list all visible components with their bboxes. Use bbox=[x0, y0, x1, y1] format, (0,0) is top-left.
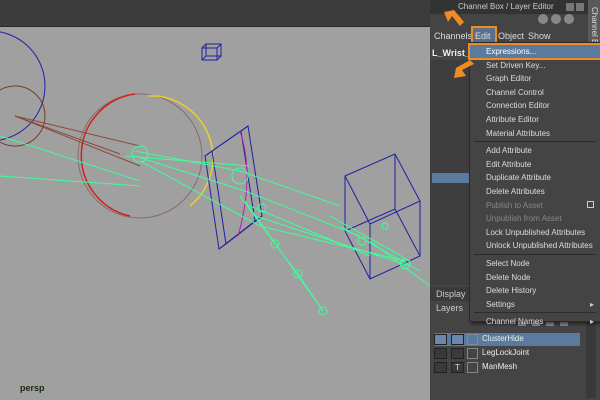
layer-color-swatch[interactable] bbox=[467, 362, 478, 373]
menu-item-delete-attributes[interactable]: Delete Attributes bbox=[470, 185, 600, 198]
layer-color-swatch[interactable] bbox=[467, 334, 478, 345]
menu-separator bbox=[474, 254, 596, 255]
submenu-arrow-icon: ▸ bbox=[589, 317, 594, 327]
layer-visibility-toggle[interactable] bbox=[434, 348, 447, 359]
layer-visibility-toggle[interactable] bbox=[434, 362, 447, 373]
menu-item-material-attributes[interactable]: Material Attributes bbox=[470, 127, 600, 140]
channel-box-tools bbox=[538, 14, 577, 26]
arrow-icon[interactable] bbox=[564, 14, 574, 24]
control-circle-brown[interactable] bbox=[0, 85, 46, 147]
panel-title: Channel Box / Layer Editor bbox=[458, 2, 554, 11]
menu-item-unlock-unpublished-attributes[interactable]: Unlock Unpublished Attributes bbox=[470, 239, 600, 252]
submenu-arrow-icon: ▸ bbox=[589, 299, 594, 309]
sphere-icon[interactable] bbox=[551, 14, 561, 24]
layer-display-type-toggle[interactable] bbox=[451, 334, 464, 345]
selected-channel[interactable] bbox=[432, 173, 470, 183]
callout-arrow-expressions-icon bbox=[454, 60, 474, 78]
layer-row[interactable]: LegLockJoint bbox=[434, 347, 580, 360]
menu-item-expressions[interactable]: Expressions... bbox=[468, 43, 600, 60]
3d-viewport[interactable]: persp bbox=[0, 0, 430, 400]
pin-icon[interactable] bbox=[538, 14, 548, 24]
layer-row[interactable]: ClusterHide bbox=[434, 333, 580, 346]
control-sphere-outline[interactable] bbox=[77, 93, 203, 219]
layer-display-type-toggle[interactable] bbox=[451, 348, 464, 359]
menu-item-channel-names[interactable]: Channel Names ▸ bbox=[470, 315, 600, 328]
menu-item-connection-editor[interactable]: Connection Editor bbox=[470, 99, 600, 112]
menu-item-select-node[interactable]: Select Node bbox=[470, 257, 600, 270]
layer-name: ClusterHide bbox=[482, 334, 524, 343]
tab-display[interactable]: Display bbox=[436, 289, 466, 299]
camera-label: persp bbox=[20, 383, 45, 393]
control-arc-yellow[interactable] bbox=[147, 95, 214, 207]
menu-item-unpublish-from-asset[interactable]: Unpublish from Asset bbox=[470, 212, 600, 225]
menu-item-duplicate-attribute[interactable]: Duplicate Attribute bbox=[470, 171, 600, 184]
callout-arrow-edit-icon bbox=[444, 10, 464, 26]
layer-name: LegLockJoint bbox=[482, 348, 530, 357]
menu-item-add-attribute[interactable]: Add Attribute bbox=[470, 144, 600, 157]
menu-item-edit-attribute[interactable]: Edit Attribute bbox=[470, 158, 600, 171]
locator-box-top[interactable] bbox=[201, 43, 222, 61]
edit-menu-dropdown: Expressions... Set Driven Key... Graph Edi… bbox=[468, 42, 600, 326]
menu-item-attribute-editor[interactable]: Attribute Editor bbox=[470, 113, 600, 126]
menu-separator bbox=[474, 141, 596, 143]
menu-separator bbox=[474, 312, 596, 314]
menu-item-channel-control[interactable]: Channel Control bbox=[470, 86, 600, 99]
menu-item-set-driven-key[interactable]: Set Driven Key... bbox=[470, 59, 600, 72]
close-icon[interactable] bbox=[576, 3, 584, 11]
menu-item-delete-node[interactable]: Delete Node bbox=[470, 271, 600, 284]
scene-rig[interactable] bbox=[0, 26, 430, 400]
channel-list[interactable] bbox=[430, 60, 470, 285]
menu-item-delete-history[interactable]: Delete History bbox=[470, 284, 600, 297]
layer-color-swatch[interactable] bbox=[467, 348, 478, 359]
menu-item-publish-to-asset[interactable]: Publish to Asset bbox=[470, 199, 600, 212]
layer-row[interactable]: T ManMesh bbox=[434, 361, 580, 374]
layer-name: ManMesh bbox=[482, 362, 518, 371]
layer-display-type-toggle[interactable]: T bbox=[451, 362, 464, 373]
menu-item-graph-editor[interactable]: Graph Editor bbox=[470, 72, 600, 85]
viewport-toolbar bbox=[0, 0, 430, 27]
menu-item-settings[interactable]: Settings ▸ bbox=[470, 298, 600, 311]
option-box-icon[interactable] bbox=[587, 200, 594, 208]
layer-visibility-toggle[interactable] bbox=[434, 334, 447, 345]
menu-layers[interactable]: Layers bbox=[436, 303, 463, 313]
joint-chain[interactable] bbox=[124, 145, 430, 316]
float-icon[interactable] bbox=[566, 3, 574, 11]
control-arc-red[interactable] bbox=[80, 93, 136, 217]
menu-item-lock-unpublished-attributes[interactable]: Lock Unpublished Attributes bbox=[470, 226, 600, 239]
